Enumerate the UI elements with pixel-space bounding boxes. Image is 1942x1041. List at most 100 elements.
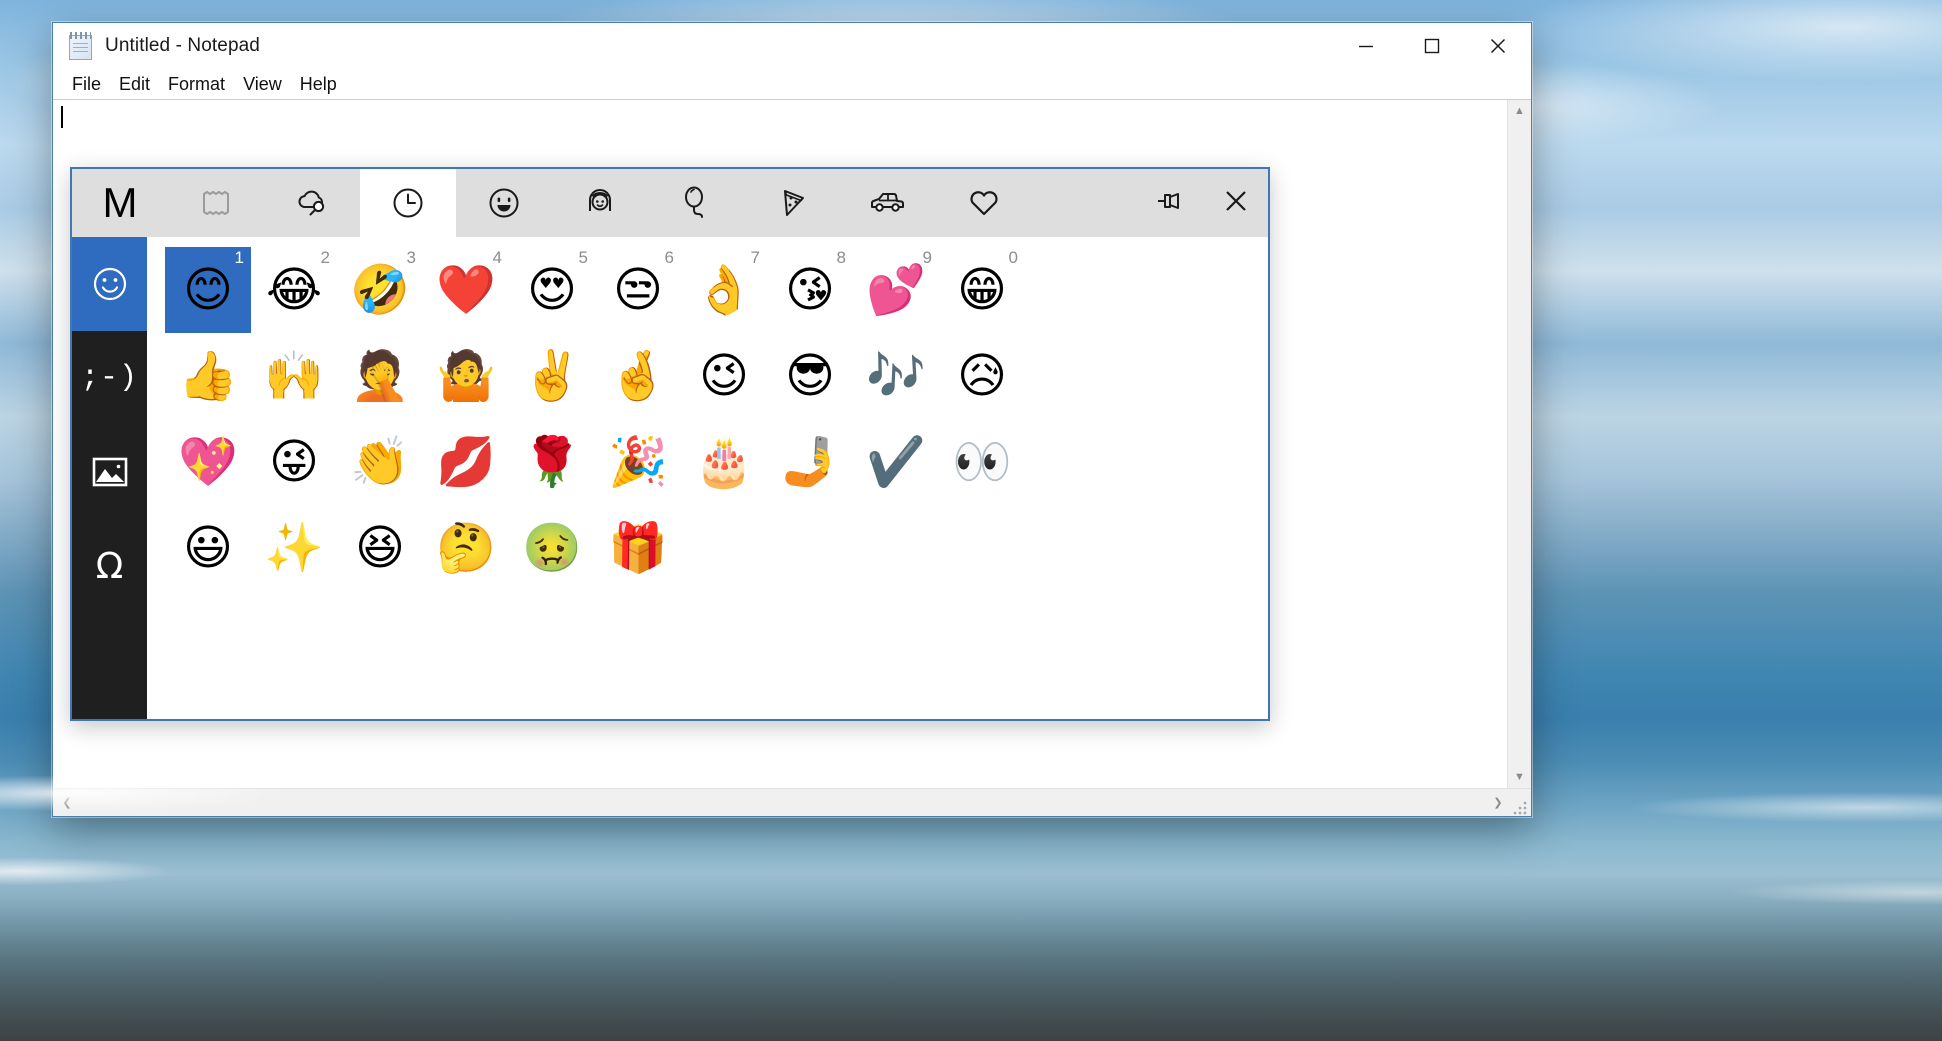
resize-grip[interactable]	[1512, 800, 1528, 817]
category-emoji[interactable]	[72, 237, 147, 331]
scroll-left-arrow[interactable]: ❮	[53, 789, 81, 817]
category-symbols[interactable]: Ω	[72, 519, 147, 613]
emoji-heart-eyes[interactable]: 😍 5	[509, 247, 595, 333]
pushpin-icon	[1155, 188, 1189, 219]
tab-gif-search[interactable]	[264, 169, 360, 237]
kaomoji-icon: ;-)	[80, 361, 138, 395]
emoji-ok-hand[interactable]: 👌 7	[681, 247, 767, 333]
emoji-party-popper[interactable]: 🎉	[595, 419, 681, 505]
emoji-glyph: ✔️	[866, 434, 926, 490]
emoji-glyph: ✌️	[522, 348, 582, 404]
emoji-grinning[interactable]: 😁 0	[939, 247, 1025, 333]
emoji-squinting-laugh[interactable]: 😆	[337, 505, 423, 591]
emoji-eyes[interactable]: 👀	[939, 419, 1025, 505]
category-gif[interactable]	[72, 425, 147, 519]
horizontal-scrollbar[interactable]: ❮ ❯	[53, 788, 1531, 817]
tab-recent[interactable]	[360, 169, 456, 237]
emoji-glyph: 👍	[178, 348, 238, 404]
emoji-glyph: ❤️	[436, 262, 496, 318]
tab-gif-logo[interactable]: M	[72, 169, 168, 237]
emoji-glyph: 😊	[182, 262, 234, 318]
emoji-glyph: 😍	[526, 262, 578, 318]
scroll-down-arrow[interactable]: ▼	[1508, 766, 1532, 788]
emoji-glyph: 🤦	[350, 348, 410, 404]
emoji-selfie[interactable]: 🤳	[767, 419, 853, 505]
emoji-glyph: 👀	[952, 434, 1012, 490]
emoji-panel-close-button[interactable]	[1204, 169, 1268, 237]
emoji-joy[interactable]: 😂 2	[251, 247, 337, 333]
emoji-panel-body: ;-) Ω 😊 1 😂 2 🤣 3 ❤️ 4 😍 5 😒 6 👌 7 😘 8 💕…	[72, 237, 1268, 719]
cloud-search-icon	[293, 186, 331, 220]
emoji-kiss-mark[interactable]: 💋	[423, 419, 509, 505]
emoji-thumbs-up[interactable]: 👍	[165, 333, 251, 419]
emoji-two-hearts[interactable]: 💕 9	[853, 247, 939, 333]
pin-button[interactable]	[1140, 169, 1204, 237]
emoji-glyph: 😃	[182, 520, 234, 576]
minimize-button[interactable]	[1333, 23, 1399, 69]
emoji-grinning-face[interactable]: 😃	[165, 505, 251, 591]
title-bar[interactable]: Untitled - Notepad	[53, 23, 1531, 69]
emoji-row: 👍 🙌 🤦 🤷 ✌️ 🤞 😉 😎 🎶 😥	[165, 333, 1268, 419]
emoji-unamused[interactable]: 😒 6	[595, 247, 681, 333]
emoji-hotkey: 1	[234, 248, 244, 267]
emoji-victory-hand[interactable]: ✌️	[509, 333, 595, 419]
menu-help[interactable]: Help	[291, 72, 346, 97]
emoji-glyph: 😒	[612, 262, 664, 318]
emoji-glyph: 💕	[866, 262, 926, 318]
emoji-smiling-face[interactable]: 😊 1	[165, 247, 251, 333]
scroll-up-arrow[interactable]: ▲	[1508, 100, 1532, 122]
emoji-hotkey: 4	[492, 248, 502, 267]
emoji-glyph: 🤞	[608, 348, 668, 404]
maximize-button[interactable]	[1399, 23, 1465, 69]
emoji-wrapped-gift[interactable]: 🎁	[595, 505, 681, 591]
tab-smileys[interactable]	[456, 169, 552, 237]
tab-people[interactable]	[552, 169, 648, 237]
menu-edit[interactable]: Edit	[110, 72, 159, 97]
emoji-hotkey: 6	[664, 248, 674, 267]
emoji-glyph: 😁	[956, 262, 1008, 318]
emoji-raising-hands[interactable]: 🙌	[251, 333, 337, 419]
emoji-crossed-fingers[interactable]: 🤞	[595, 333, 681, 419]
scroll-right-arrow[interactable]: ❯	[1484, 789, 1512, 817]
emoji-glyph: 🌹	[522, 434, 582, 490]
balloon-icon	[679, 185, 713, 221]
tab-clipboard[interactable]	[168, 169, 264, 237]
tab-symbols[interactable]	[936, 169, 1032, 237]
emoji-sad-relieved[interactable]: 😥	[939, 333, 1025, 419]
emoji-check-mark[interactable]: ✔️	[853, 419, 939, 505]
emoji-birthday-cake[interactable]: 🎂	[681, 419, 767, 505]
tab-food[interactable]	[744, 169, 840, 237]
emoji-musical-notes[interactable]: 🎶	[853, 333, 939, 419]
car-icon	[868, 188, 908, 218]
emoji-sparkles[interactable]: ✨	[251, 505, 337, 591]
menu-format[interactable]: Format	[159, 72, 234, 97]
category-kaomoji[interactable]: ;-)	[72, 331, 147, 425]
emoji-hotkey: 3	[406, 248, 416, 267]
emoji-rose[interactable]: 🌹	[509, 419, 595, 505]
emoji-thinking-face[interactable]: 🤔	[423, 505, 509, 591]
emoji-shrug[interactable]: 🤷	[423, 333, 509, 419]
smiley-outline-icon	[89, 263, 131, 305]
emoji-winking-face[interactable]: 😉	[681, 333, 767, 419]
emoji-sunglasses[interactable]: 😎	[767, 333, 853, 419]
emoji-glyph: 😆	[354, 520, 406, 576]
vertical-scrollbar[interactable]: ▲ ▼	[1507, 100, 1531, 788]
emoji-kissing-heart[interactable]: 😘 8	[767, 247, 853, 333]
emoji-glyph: 👏	[350, 434, 410, 490]
menu-file[interactable]: File	[63, 72, 110, 97]
emoji-nauseated-face[interactable]: 🤢	[509, 505, 595, 591]
emoji-winking-tongue[interactable]: 😜	[251, 419, 337, 505]
clipboard-history-icon	[199, 186, 233, 220]
close-button[interactable]	[1465, 23, 1531, 69]
emoji-facepalm[interactable]: 🤦	[337, 333, 423, 419]
tab-celebration[interactable]	[648, 169, 744, 237]
emoji-sparkling-heart[interactable]: 💖	[165, 419, 251, 505]
emoji-red-heart[interactable]: ❤️ 4	[423, 247, 509, 333]
emoji-rofl[interactable]: 🤣 3	[337, 247, 423, 333]
emoji-glyph: 🤣	[350, 262, 410, 318]
emoji-panel-tabbar: M	[72, 169, 1268, 237]
menu-view[interactable]: View	[234, 72, 291, 97]
emoji-clapping-hands[interactable]: 👏	[337, 419, 423, 505]
emoji-glyph: 🎉	[608, 434, 668, 490]
tab-transport[interactable]	[840, 169, 936, 237]
